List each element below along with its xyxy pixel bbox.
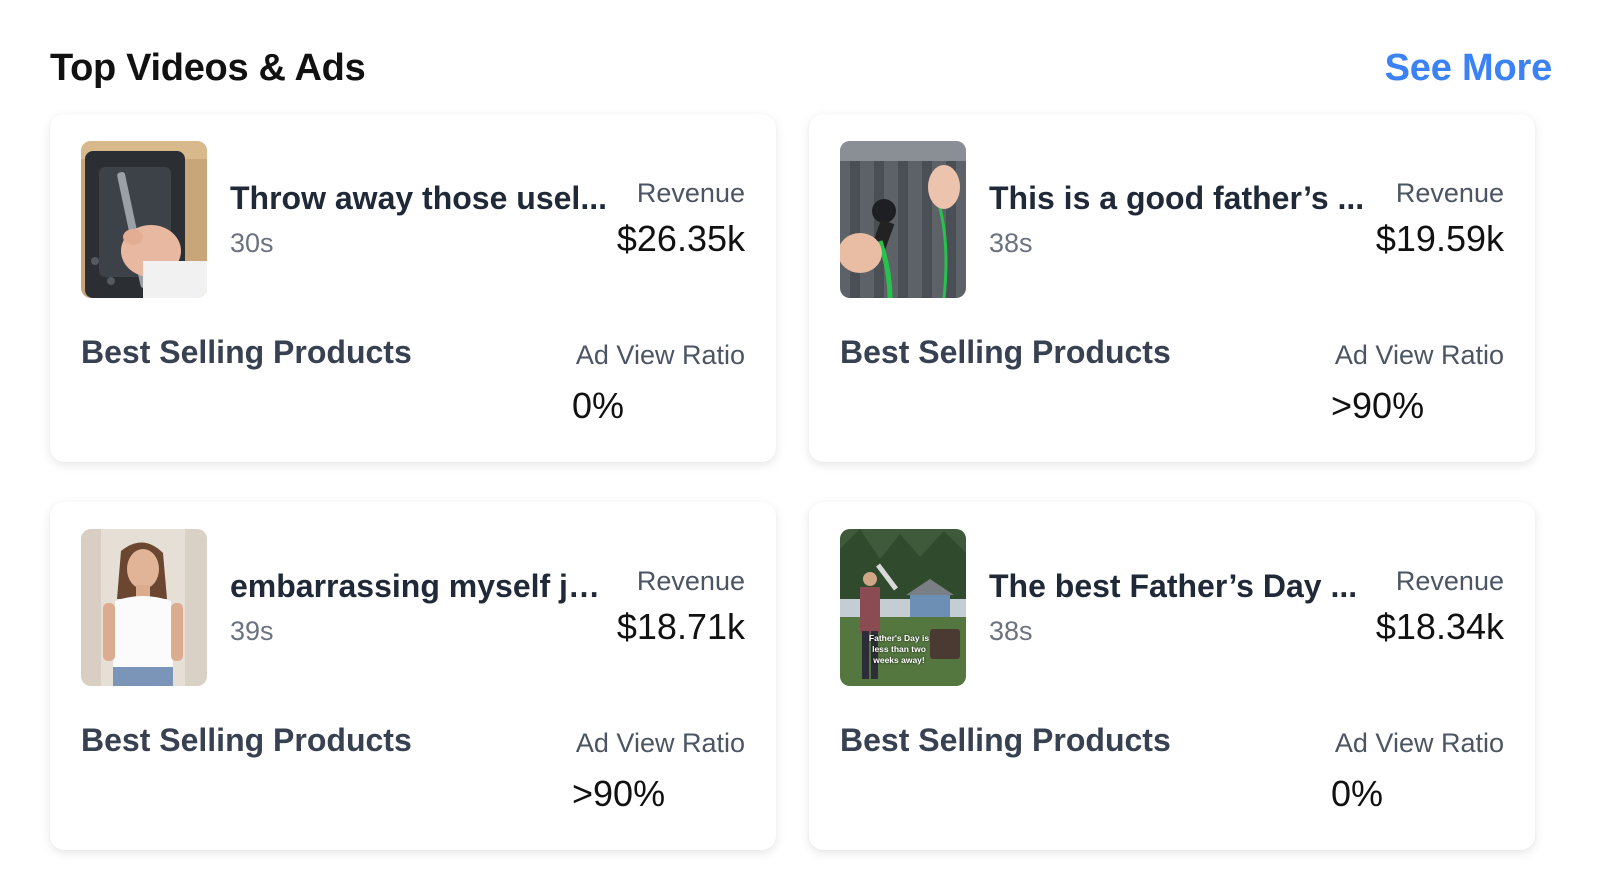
best-selling-products-label: Best Selling Products — [840, 722, 1171, 758]
video-title[interactable]: The best Father’s Day ... — [989, 568, 1369, 605]
video-card[interactable]: Throw away those usel... 30s Revenue $26… — [50, 114, 776, 462]
best-selling-products-label: Best Selling Products — [81, 722, 412, 758]
video-thumbnail[interactable] — [840, 141, 966, 298]
section-title: Top Videos & Ads — [50, 46, 366, 89]
video-thumbnail[interactable] — [81, 529, 207, 686]
revenue-label: Revenue — [636, 566, 745, 596]
video-duration: 38s — [989, 228, 1033, 258]
revenue-value: $19.59k — [1375, 218, 1504, 259]
ad-view-ratio-label: Ad View Ratio — [1334, 728, 1504, 758]
video-thumbnail[interactable]: Father's Day is less than two weeks away… — [840, 529, 966, 686]
revenue-value: $18.71k — [616, 606, 745, 647]
video-title[interactable]: Throw away those usel... — [230, 180, 610, 217]
revenue-label: Revenue — [636, 178, 745, 208]
ad-view-ratio: Ad View Ratio >90% — [1304, 340, 1504, 427]
ad-view-ratio-value: 0% — [572, 385, 625, 426]
video-title[interactable]: embarrassing myself ju... — [230, 568, 610, 605]
video-card[interactable]: This is a good father’s ... 38s Revenue … — [809, 114, 1535, 462]
ad-view-ratio-label: Ad View Ratio — [1334, 340, 1504, 370]
video-card-grid: Throw away those usel... 30s Revenue $26… — [50, 114, 1568, 850]
video-duration: 30s — [230, 228, 274, 258]
section-header: Top Videos & Ads See More — [50, 40, 1552, 96]
video-duration: 39s — [230, 616, 274, 646]
top-videos-section: Top Videos & Ads See More Throw away tho… — [0, 0, 1602, 894]
see-more-link[interactable]: See More — [1385, 47, 1553, 90]
ad-view-ratio-label: Ad View Ratio — [575, 340, 745, 370]
hand-tool-icon — [81, 141, 207, 298]
video-thumbnail[interactable] — [81, 141, 207, 298]
person-icon — [81, 529, 207, 686]
video-title[interactable]: This is a good father’s ... — [989, 180, 1369, 217]
revenue-label: Revenue — [1395, 178, 1504, 208]
ad-view-ratio-value: >90% — [1331, 385, 1425, 426]
video-card[interactable]: embarrassing myself ju... 39s Revenue $1… — [50, 502, 776, 850]
revenue-label: Revenue — [1395, 566, 1504, 596]
truck-bed-icon — [840, 141, 966, 298]
revenue-value: $18.34k — [1375, 606, 1504, 647]
ad-view-ratio-value: >90% — [572, 773, 666, 814]
ad-view-ratio-value: 0% — [1331, 773, 1384, 814]
ad-view-ratio-label: Ad View Ratio — [575, 728, 745, 758]
video-duration: 38s — [989, 616, 1033, 646]
ad-view-ratio: Ad View Ratio >90% — [545, 728, 745, 815]
ad-view-ratio: Ad View Ratio 0% — [545, 340, 745, 427]
best-selling-products-label: Best Selling Products — [81, 334, 412, 370]
ad-view-ratio: Ad View Ratio 0% — [1304, 728, 1504, 815]
revenue-value: $26.35k — [616, 218, 745, 259]
thumbnail-caption: Father's Day is less than two weeks away… — [868, 633, 930, 665]
video-card[interactable]: Father's Day is less than two weeks away… — [809, 502, 1535, 850]
best-selling-products-label: Best Selling Products — [840, 334, 1171, 370]
